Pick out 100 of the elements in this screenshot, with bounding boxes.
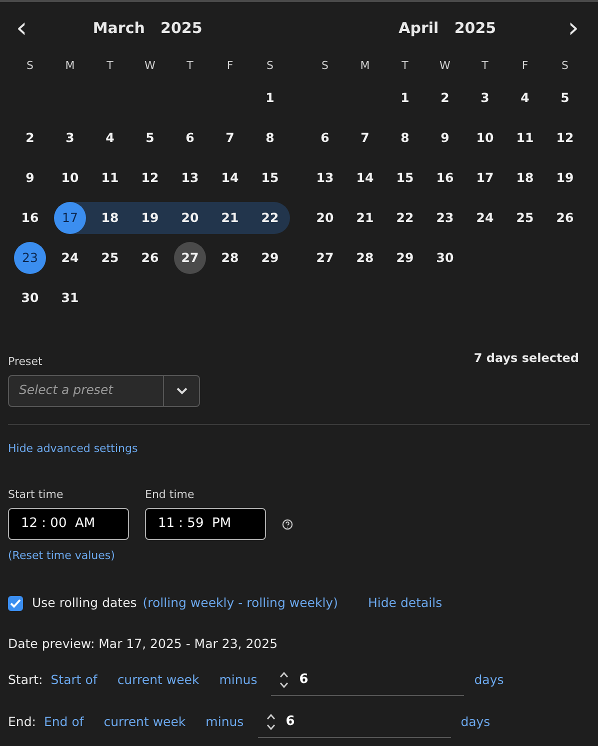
next-month-button[interactable]: › — [562, 14, 585, 42]
date-cell[interactable]: 23 — [425, 202, 465, 234]
date-cell[interactable]: 29 — [250, 242, 290, 274]
stepper-icon[interactable] — [279, 671, 290, 689]
number-field[interactable]: 6 — [258, 708, 451, 738]
date-cell[interactable]: 9 — [425, 122, 465, 154]
weekday-label: W — [438, 58, 452, 74]
weekday-label: S — [560, 58, 570, 74]
date-cell[interactable]: 12 — [130, 162, 170, 194]
unit-label: days — [460, 713, 490, 732]
date-cell[interactable]: 30 — [10, 282, 50, 314]
date-cell[interactable]: 17 — [465, 162, 505, 194]
date-cell[interactable]: 16 — [10, 202, 50, 234]
date-cell[interactable]: 24 — [50, 242, 90, 274]
date-cell[interactable]: 25 — [505, 202, 545, 234]
rule-label: Start: — [8, 671, 43, 690]
hide-details-link[interactable]: Hide details — [368, 594, 442, 613]
date-cell[interactable]: 5 — [545, 82, 585, 114]
date-cell[interactable]: 13 — [305, 162, 345, 194]
date-cell[interactable]: 26 — [545, 202, 585, 234]
stepper-icon[interactable] — [266, 713, 276, 731]
weekday-label: T — [480, 58, 490, 74]
time-field[interactable]: 12 : 00 AM — [8, 508, 129, 540]
date-cell[interactable]: 15 — [250, 162, 290, 194]
chevron-down-icon — [176, 386, 188, 394]
date-cell[interactable]: 28 — [345, 242, 385, 274]
time-field[interactable]: 11 : 59 PM — [145, 508, 266, 540]
date-cell[interactable]: 25 — [90, 242, 130, 274]
date-cell[interactable]: 10 — [465, 122, 505, 154]
date-cell[interactable]: 14 — [210, 162, 250, 194]
date-cell[interactable]: 2 — [425, 82, 465, 114]
date-cell[interactable]: 7 — [345, 122, 385, 154]
date-cell[interactable]: 28 — [210, 242, 250, 274]
date-cell[interactable]: 5 — [130, 122, 170, 154]
weekday-label: T — [106, 58, 114, 74]
date-cell[interactable]: 18 — [505, 162, 545, 194]
rule-period-link[interactable]: current week — [104, 713, 186, 732]
date-cell[interactable]: 6 — [305, 122, 345, 154]
date-cell[interactable]: 13 — [170, 162, 210, 194]
time-label: End time — [145, 487, 196, 503]
month-title: April 2025 — [398, 18, 498, 39]
date-cell[interactable]: 31 — [50, 282, 90, 314]
date-cell[interactable]: 19 — [130, 202, 170, 234]
date-cell[interactable]: 2 — [10, 122, 50, 154]
rolling-checkbox[interactable] — [8, 596, 23, 611]
date-cell[interactable]: 26 — [130, 242, 170, 274]
weekday-label: T — [186, 58, 194, 74]
date-cell[interactable]: 18 — [90, 202, 130, 234]
weekday-label: T — [400, 58, 410, 74]
date-cell[interactable]: 21 — [210, 202, 250, 234]
date-cell[interactable]: 11 — [505, 122, 545, 154]
preset-field[interactable]: Select a preset — [8, 374, 164, 406]
date-cell[interactable]: 12 — [545, 122, 585, 154]
date-cell[interactable]: 1 — [250, 82, 290, 114]
rule-operator-link[interactable]: minus — [219, 671, 258, 690]
preset-dropdown-button[interactable] — [164, 374, 200, 406]
date-cell[interactable]: 9 — [10, 162, 50, 194]
date-cell[interactable]: 8 — [250, 122, 290, 154]
date-cell[interactable]: 8 — [385, 122, 425, 154]
date-cell[interactable]: 10 — [50, 162, 90, 194]
date-cell[interactable]: 29 — [385, 242, 425, 274]
date-cell[interactable]: 22 — [250, 202, 290, 234]
date-cell[interactable]: 11 — [90, 162, 130, 194]
date-cell[interactable]: 19 — [545, 162, 585, 194]
weekday-label: M — [359, 58, 371, 74]
rule-anchor-link[interactable]: End of — [44, 713, 84, 732]
date-cell[interactable]: 24 — [465, 202, 505, 234]
date-cell[interactable]: 15 — [385, 162, 425, 194]
rule-operator-link[interactable]: minus — [206, 713, 244, 732]
rule-anchor-link[interactable]: Start of — [50, 671, 98, 690]
weekday-label: F — [520, 58, 530, 74]
number-field[interactable]: 6 — [271, 666, 464, 696]
date-cell[interactable]: 20 — [170, 202, 210, 234]
weekday-label: S — [266, 58, 274, 74]
date-cell[interactable]: 27 — [305, 242, 345, 274]
date-cell[interactable]: 7 — [210, 122, 250, 154]
date-cell[interactable]: 21 — [345, 202, 385, 234]
date-cell[interactable]: 16 — [425, 162, 465, 194]
selection-summary: 7 days selected — [474, 350, 579, 367]
weekday-label: S — [26, 58, 34, 74]
date-cell[interactable]: 4 — [505, 82, 545, 114]
rule-period-link[interactable]: current week — [117, 671, 200, 690]
date-cell[interactable]: 22 — [385, 202, 425, 234]
reset-time-link[interactable]: (Reset time values) — [8, 548, 115, 564]
date-cell[interactable]: 6 — [170, 122, 210, 154]
weekday-label: S — [320, 58, 330, 74]
advanced-settings-link[interactable]: Hide advanced settings — [8, 440, 138, 457]
rolling-detail-link[interactable]: (rolling weekly - rolling weekly) — [142, 594, 338, 613]
help-icon[interactable] — [282, 518, 293, 530]
preset-label: Preset — [8, 354, 44, 370]
unit-label: days — [474, 671, 504, 690]
date-cell[interactable]: 30 — [425, 242, 465, 274]
date-cell[interactable]: 3 — [465, 82, 505, 114]
date-cell[interactable]: 4 — [90, 122, 130, 154]
date-cell[interactable]: 3 — [50, 122, 90, 154]
weekday-label: W — [144, 58, 156, 74]
date-cell[interactable]: 14 — [345, 162, 385, 194]
previous-month-button[interactable]: ‹ — [10, 14, 34, 42]
date-cell[interactable]: 20 — [305, 202, 345, 234]
date-cell[interactable]: 1 — [385, 82, 425, 114]
